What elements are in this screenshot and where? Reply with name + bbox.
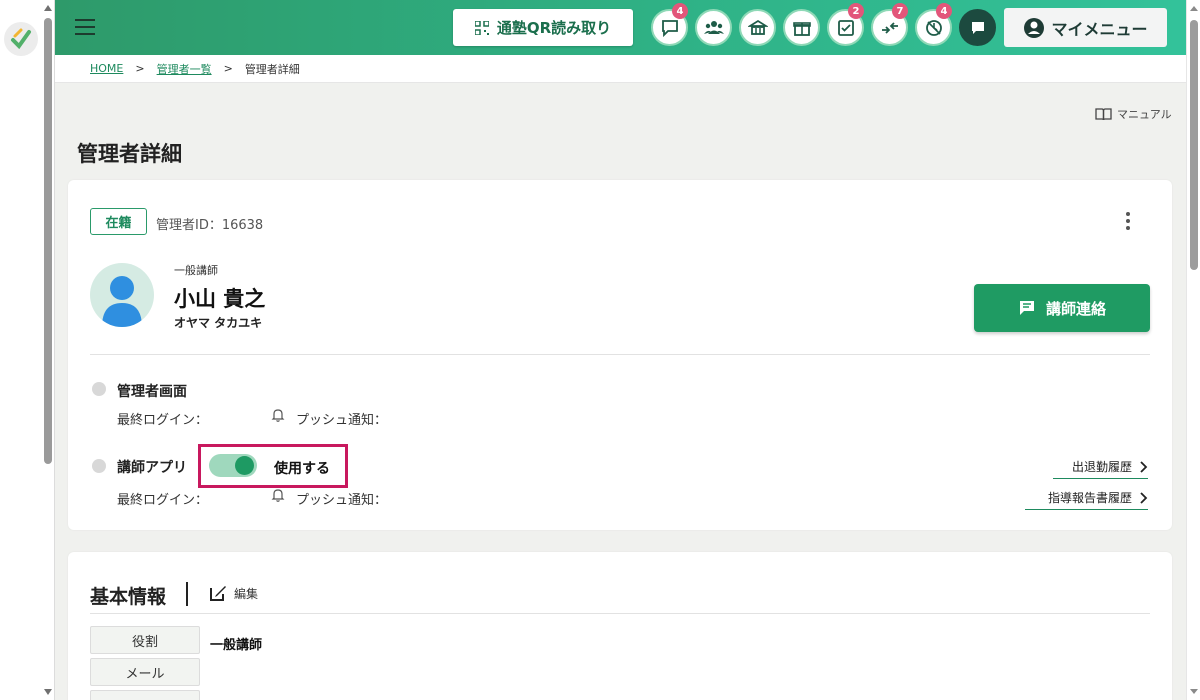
message-icon xyxy=(1019,301,1034,315)
chevron-right-icon xyxy=(1140,460,1148,473)
status-dot xyxy=(92,459,106,473)
left-rail xyxy=(0,0,55,700)
field-value-role: 一般講師 xyxy=(210,638,263,653)
manual-label: マニュアル xyxy=(1117,108,1172,121)
teacher-last-login: 最終ログイン： xyxy=(117,493,209,508)
toggle-highlight-box: 使用する xyxy=(198,444,348,488)
top-bar: 通塾QR読み取り 4 2 7 4 マイメニュー xyxy=(55,0,1186,55)
admin-id: 管理者ID：16638 xyxy=(156,218,264,233)
book-icon xyxy=(1095,107,1112,120)
toggle-label: 使用する xyxy=(274,461,330,477)
report-history-label: 指導報告書履歴 xyxy=(1047,491,1132,505)
edit-label: 編集 xyxy=(234,586,259,601)
status-dot xyxy=(92,382,106,396)
my-menu-button[interactable]: マイメニュー xyxy=(1004,8,1167,47)
my-menu-label: マイメニュー xyxy=(1051,19,1148,39)
field-label-email: メール xyxy=(90,658,200,686)
breadcrumb-admin-list-link[interactable]: 管理者一覧 xyxy=(157,61,212,77)
transfer-icon[interactable]: 7 xyxy=(871,3,908,46)
scroll-up-arrow-icon[interactable] xyxy=(44,5,52,11)
checklist-badge: 2 xyxy=(848,3,864,19)
page-title: 管理者詳細 xyxy=(77,142,182,166)
manual-link[interactable]: マニュアル xyxy=(1095,106,1172,122)
breadcrumb-separator: > xyxy=(135,62,145,75)
field-label-role: 役割 xyxy=(90,626,200,654)
edit-icon xyxy=(210,586,226,601)
main-area: 通塾QR読み取り 4 2 7 4 マイメニュー HOME > 管理者一覧 > 管… xyxy=(55,0,1186,700)
chevron-right-icon xyxy=(1140,491,1148,504)
admin-screen-label: 管理者画面 xyxy=(117,384,187,400)
person-name: 小山 貴之 xyxy=(174,287,266,311)
more-options-icon[interactable] xyxy=(1125,212,1131,232)
field-label-partial xyxy=(90,690,200,700)
admin-push-notification: プッシュ通知： xyxy=(296,413,388,428)
message-icon[interactable]: 4 xyxy=(651,3,688,46)
divider xyxy=(90,613,1150,614)
teacher-app-label: 講師アプリ xyxy=(117,460,187,476)
attendance-history-label: 出退勤履歴 xyxy=(1071,460,1132,474)
teacher-contact-label: 講師連絡 xyxy=(1045,299,1106,318)
scroll-down-arrow-icon[interactable] xyxy=(1190,689,1198,694)
qr-code-icon xyxy=(474,20,489,35)
message-badge: 4 xyxy=(672,3,688,19)
hamburger-menu-icon[interactable] xyxy=(75,19,95,35)
rail-scroll-thumb[interactable] xyxy=(44,18,52,464)
teacher-app-toggle[interactable] xyxy=(209,454,257,477)
school-icon[interactable] xyxy=(739,9,776,46)
user-circle-icon xyxy=(1024,17,1045,38)
qr-scan-button[interactable]: 通塾QR読み取り xyxy=(453,9,633,46)
rail-scrollbar[interactable] xyxy=(42,0,54,700)
checklist-icon[interactable]: 2 xyxy=(827,3,864,46)
role-text: 一般講師 xyxy=(174,264,218,277)
chat-icon[interactable] xyxy=(959,9,996,46)
breadcrumb-separator: > xyxy=(223,62,233,75)
page-scrollbar[interactable] xyxy=(1186,0,1200,700)
group-icon[interactable] xyxy=(695,9,732,46)
report-history-link[interactable]: 指導報告書履歴 xyxy=(1025,489,1148,510)
person-name-kana: オヤマ タカユキ xyxy=(174,316,263,330)
teacher-contact-button[interactable]: 講師連絡 xyxy=(974,284,1150,332)
bell-icon xyxy=(271,409,285,422)
transfer-badge: 7 xyxy=(892,3,908,19)
teacher-push-notification: プッシュ通知： xyxy=(296,493,388,508)
profile-card: 在籍 管理者ID：16638 一般講師 小山 貴之 オヤマ タカユキ 講師連絡 … xyxy=(68,180,1172,530)
attendance-history-link[interactable]: 出退勤履歴 xyxy=(1053,458,1148,479)
status-badge: 在籍 xyxy=(90,208,147,235)
breadcrumb: HOME > 管理者一覧 > 管理者詳細 xyxy=(55,55,1186,83)
toggle-knob xyxy=(235,456,254,475)
gift-icon[interactable] xyxy=(783,9,820,46)
scroll-down-arrow-icon[interactable] xyxy=(44,689,52,695)
basic-info-title: 基本情報 xyxy=(90,586,167,608)
avatar xyxy=(90,263,154,327)
qr-scan-label: 通塾QR読み取り xyxy=(496,19,612,37)
title-divider xyxy=(186,582,188,606)
app-logo-icon[interactable] xyxy=(4,22,38,56)
edit-button[interactable]: 編集 xyxy=(208,583,258,603)
divider xyxy=(90,354,1150,355)
scroll-up-arrow-icon[interactable] xyxy=(1190,6,1198,11)
breadcrumb-home-link[interactable]: HOME xyxy=(90,62,123,75)
admin-last-login: 最終ログイン： xyxy=(117,413,209,428)
clock-check-badge: 4 xyxy=(936,3,952,19)
basic-info-card: 基本情報 編集 役割 一般講師 メール xyxy=(68,552,1172,700)
breadcrumb-current: 管理者詳細 xyxy=(244,62,300,76)
clock-check-icon[interactable]: 4 xyxy=(915,3,952,46)
page-scroll-thumb[interactable] xyxy=(1190,20,1198,270)
bell-icon xyxy=(271,489,285,502)
